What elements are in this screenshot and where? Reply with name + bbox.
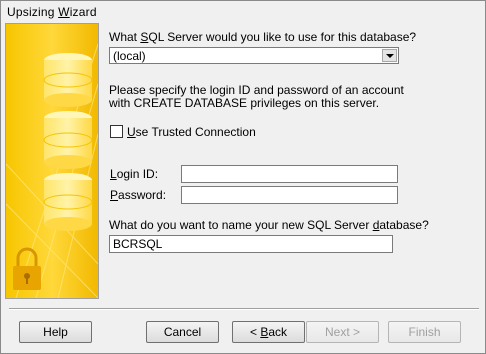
sql-server-question: What SQL Server would you like to use fo… [109, 30, 417, 44]
title-bar[interactable]: Upsizing Wizard [1, 1, 485, 23]
upsizing-wizard-window: Upsizing Wizard What SQL Server would yo… [0, 0, 486, 354]
window-title: Upsizing Wizard [7, 5, 97, 19]
login-id-label: Login ID: [110, 167, 159, 181]
password-label: Password: [110, 188, 167, 202]
trusted-connection-checkbox[interactable] [110, 125, 123, 138]
cancel-button[interactable]: Cancel [146, 321, 219, 343]
finish-button[interactable]: Finish [388, 321, 461, 343]
login-id-input[interactable] [181, 165, 398, 183]
database-cylinder-icon [43, 53, 93, 107]
login-instructions-line2: with CREATE DATABASE privileges on this … [109, 96, 380, 110]
dropdown-arrow-icon[interactable] [382, 49, 397, 62]
button-divider [9, 308, 479, 310]
sql-server-dropdown[interactable]: (local) [109, 47, 399, 64]
wizard-side-image [5, 23, 99, 299]
database-name-input[interactable] [109, 235, 393, 253]
database-name-question: What do you want to name your new SQL Se… [109, 218, 429, 232]
database-illustration [6, 24, 98, 298]
sql-server-selected-value: (local) [113, 49, 146, 63]
database-cylinder-icon [43, 111, 93, 169]
password-input[interactable] [181, 186, 398, 204]
help-button[interactable]: Help [19, 321, 92, 343]
login-instructions-line1: Please specify the login ID and password… [109, 83, 404, 97]
back-button[interactable]: < Back [232, 321, 305, 343]
next-button[interactable]: Next > [306, 321, 379, 343]
database-cylinder-icon [43, 173, 93, 231]
trusted-connection-label[interactable]: Use Trusted Connection [127, 125, 256, 139]
